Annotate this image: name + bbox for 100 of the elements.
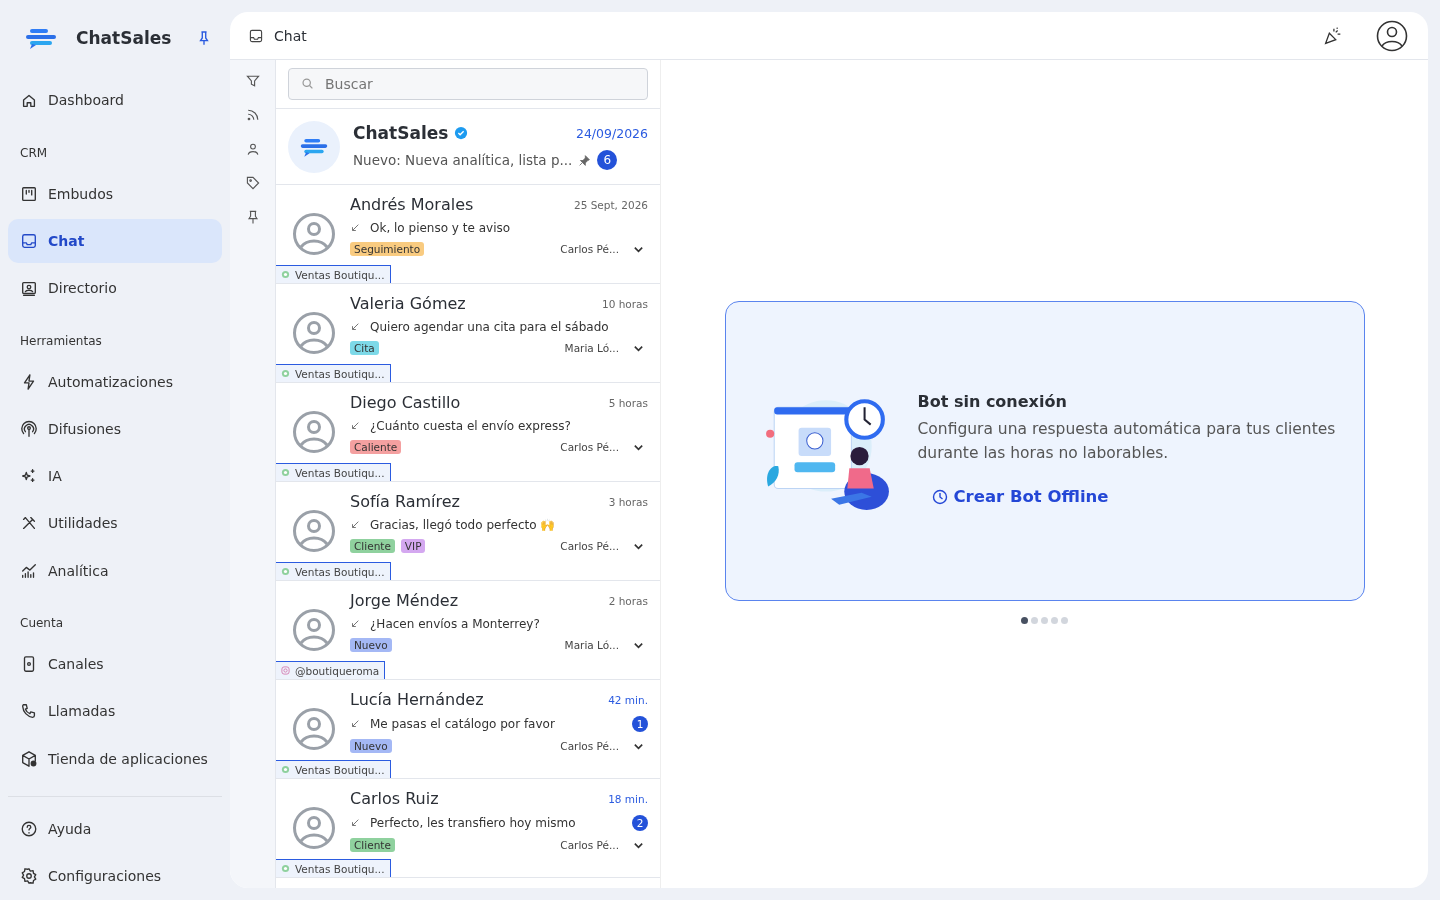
chatsales-logo-icon [24, 26, 58, 51]
chat-list-item[interactable]: Lucía Hernández 42 min. Me pasas el catálogo por favor 1 Nuevo Carlos Pé... Ventas Boutiqu... [276, 680, 660, 779]
sidebar-item[interactable]: Embudos [8, 172, 222, 216]
assigned-agent[interactable]: Carlos Pé... [560, 540, 619, 552]
message-preview: ¿Cuánto cuesta el envío express? [370, 419, 571, 433]
nav-icon [20, 279, 38, 298]
search-icon [301, 77, 314, 90]
search-field[interactable]: Buscar [288, 68, 648, 100]
sidebar-item[interactable]: Dashboard [8, 78, 222, 123]
incoming-arrow-icon [350, 818, 360, 828]
nav-icon [20, 184, 38, 203]
channel-name: Ventas Boutiqu... [295, 763, 385, 776]
channel-name: Ventas Boutiqu... [295, 367, 385, 380]
sidebar-item[interactable]: Ayuda [8, 807, 222, 851]
status-dot-icon [281, 369, 290, 378]
chat-tag: Seguimiento [350, 242, 425, 256]
incoming-arrow-icon [350, 619, 360, 629]
chat-list-item[interactable]: Jorge Méndez 2 horas ¿Hacen envíos a Monterrey? Nuevo Maria Ló... @boutiqueroma [276, 581, 660, 680]
instagram-icon [281, 666, 290, 675]
chat-tag: Cliente [350, 838, 395, 852]
assigned-agent[interactable]: Carlos Pé... [560, 243, 619, 255]
channel-name: Ventas Boutiqu... [295, 565, 385, 578]
avatar-icon [292, 311, 336, 355]
tag-icon[interactable] [244, 174, 261, 192]
avatar-icon [292, 410, 336, 454]
create-bot-link[interactable]: Crear Bot Offline [931, 487, 1109, 507]
chat-tag: Nuevo [350, 638, 392, 652]
promo-description: Configura una respuesta automática para tus clientes durante las horas no laborables. [917, 419, 1337, 465]
chat-tag: VIP [400, 539, 426, 553]
section-heading: Cuenta [19, 615, 65, 633]
message-time: 25 Sept, 2026 [574, 198, 648, 211]
status-dot-icon [281, 864, 290, 873]
pin-icon[interactable] [198, 30, 210, 47]
message-time: 2 horas [608, 594, 648, 607]
message-preview: Quiero agendar una cita para el sábado [370, 320, 609, 334]
unread-count: 6 [597, 150, 618, 170]
carousel-dot[interactable] [1051, 616, 1058, 624]
carousel-dot[interactable] [1061, 616, 1068, 624]
assigned-agent[interactable]: Carlos Pé... [560, 740, 619, 752]
message-preview: ¿Hacen envíos a Monterrey? [370, 617, 540, 631]
sidebar-item[interactable]: Analítica [8, 549, 222, 593]
carousel-dot[interactable] [1021, 616, 1028, 624]
avatar-icon [292, 509, 336, 553]
incoming-arrow-icon [350, 520, 360, 530]
sidebar-item[interactable]: Directorio [8, 266, 222, 310]
chat-list-item[interactable]: Valeria Gómez 10 horas Quiero agendar una cita para el sábado Cita Maria Ló... Ventas Boutiqu... [276, 284, 660, 383]
message-time: 18 min. [608, 792, 648, 805]
status-dot-icon [281, 468, 290, 477]
chat-list-item[interactable]: Carlos Ruiz 18 min. Perfecto, les transfiero hoy mismo 2 Cliente Carlos Pé... Ventas Boutiqu... [276, 779, 660, 878]
carousel-dot[interactable] [1041, 616, 1048, 624]
promo-title: Bot sin conexión [917, 392, 1068, 412]
sidebar-item[interactable]: Automatizaciones [8, 359, 222, 404]
chat-tag: Cliente [350, 539, 395, 553]
sidebar-item[interactable]: IA [8, 454, 222, 498]
contact-name: ChatSales [353, 123, 449, 143]
message-preview: Me pasas el catálogo por favor [370, 717, 555, 731]
message-preview: Gracias, llegó todo perfecto 🙌 [370, 518, 556, 532]
clock-icon [931, 488, 948, 505]
assigned-agent[interactable]: Maria Ló... [564, 342, 619, 354]
incoming-arrow-icon [350, 719, 360, 729]
nav-icon [20, 232, 38, 250]
chat-list-item[interactable]: Andrés Morales 25 Sept, 2026 Ok, lo pienso y te aviso Seguimiento Carlos Pé... Ventas Boutiqu... [276, 185, 660, 284]
contact-name: Sofía Ramírez [350, 492, 460, 511]
sidebar-item[interactable]: Canales [8, 642, 222, 686]
incoming-arrow-icon [350, 223, 360, 233]
sidebar-item[interactable]: Chat [8, 219, 222, 263]
brand-name: ChatSales [76, 28, 173, 49]
sidebar-item[interactable]: Configuraciones [8, 854, 222, 898]
sidebar-item[interactable]: Utilidades [8, 501, 222, 546]
message-time: 10 horas [602, 297, 648, 310]
channel-name: Ventas Boutiqu... [295, 862, 385, 875]
nav-icon [20, 749, 38, 768]
section-heading: CRM [19, 145, 49, 163]
chat-list-item[interactable]: Diego Castillo 5 horas ¿Cuánto cuesta el envío express? Caliente Carlos Pé... Ventas Boutiqu... [276, 383, 660, 482]
nav-icon [20, 867, 38, 886]
message-preview: Ok, lo pienso y te aviso [370, 221, 511, 235]
assigned-agent[interactable]: Carlos Pé... [560, 441, 619, 453]
status-dot-icon [281, 567, 290, 576]
chat-tag: Cita [350, 341, 379, 355]
message-date: 24/09/2026 [575, 125, 648, 141]
avatar-icon [292, 608, 336, 652]
nav-icon [20, 561, 38, 580]
contact-name: Carlos Ruiz [350, 789, 439, 808]
carousel-dot[interactable] [1031, 616, 1038, 624]
chat-list-item[interactable]: Sofía Ramírez 3 horas Gracias, llegó todo perfecto 🙌 Cliente VIP Carlos Pé... Ventas Boutiqu... [276, 482, 660, 581]
assigned-agent[interactable]: Maria Ló... [564, 639, 619, 651]
sidebar-item[interactable]: Difusiones [8, 407, 222, 451]
incoming-arrow-icon [350, 322, 360, 332]
message-time: 3 horas [608, 495, 648, 508]
status-dot-icon [281, 270, 290, 279]
avatar-icon [292, 212, 336, 256]
chat-list-item[interactable]: ChatSales 24/09/2026 Nuevo: Nueva analítica, lista p... 6 [276, 109, 660, 185]
assigned-agent[interactable]: Carlos Pé... [560, 839, 619, 851]
channel-name: Ventas Boutiqu... [295, 268, 385, 281]
unread-count: 1 [632, 716, 648, 732]
chat-tag: Nuevo [350, 739, 392, 753]
sidebar-item[interactable]: Tienda de aplicaciones [8, 737, 222, 781]
sidebar-item[interactable]: Llamadas [8, 689, 222, 734]
nav-icon [20, 819, 38, 838]
user-avatar-icon[interactable] [1376, 19, 1408, 52]
